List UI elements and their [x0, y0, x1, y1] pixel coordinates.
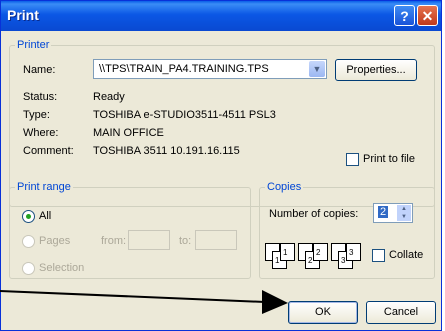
printer-name-value: \\TPS\TRAIN_PA4.TRAINING.TPS [99, 63, 269, 75]
spinner-arrows-icon[interactable]: ▲ ▼ [397, 205, 411, 221]
printer-group-label: Printer [17, 39, 50, 51]
from-label: from: [101, 235, 127, 247]
close-button[interactable]: ✕ [417, 5, 438, 26]
print-dialog: Print ? ✕ Printer Name: \\TPS\TRAIN_PA4.… [0, 0, 442, 331]
page-number: 2 [316, 248, 321, 257]
copies-value[interactable]: 2 [378, 206, 389, 218]
help-button[interactable]: ? [394, 5, 415, 26]
copies-spinner[interactable]: 2 ▲ ▼ [373, 203, 413, 223]
to-label: to: [179, 235, 192, 247]
cancel-button[interactable]: Cancel [366, 301, 436, 324]
where-value: MAIN OFFICE [93, 127, 164, 139]
pages-label[interactable]: Pages [39, 235, 70, 247]
page-icon: 2 [313, 243, 328, 261]
print-to-file-checkbox[interactable] [346, 153, 359, 166]
print-range-label: Print range [17, 181, 71, 193]
properties-button[interactable]: Properties... [335, 59, 417, 81]
comment-label: Comment: [23, 145, 74, 157]
copies-group-label: Copies [267, 181, 302, 193]
selection-radio[interactable] [22, 262, 35, 275]
print-to-file-label[interactable]: Print to file [363, 153, 415, 165]
page-number: 1 [275, 256, 280, 265]
to-input[interactable] [195, 230, 237, 250]
status-label: Status: [23, 91, 58, 103]
all-radio[interactable] [22, 210, 35, 223]
page-number: 1 [283, 248, 288, 257]
printer-name-select[interactable]: \\TPS\TRAIN_PA4.TRAINING.TPS ▼ [93, 59, 327, 79]
page-icon: 3 [346, 243, 361, 261]
all-label[interactable]: All [39, 210, 51, 222]
page-number: 3 [349, 248, 354, 257]
status-value: Ready [93, 91, 125, 103]
chevron-down-icon[interactable]: ▼ [309, 61, 325, 77]
type-label: Type: [23, 109, 50, 121]
collate-label[interactable]: Collate [389, 249, 423, 261]
page-number: 3 [341, 256, 346, 265]
radio-selected-dot [26, 214, 31, 219]
from-input[interactable] [128, 230, 170, 250]
page-icon: 1 [280, 243, 295, 261]
type-value: TOSHIBA e-STUDIO3511-4511 PSL3 [93, 109, 276, 121]
where-label: Where: [23, 127, 59, 139]
name-label: Name: [23, 64, 56, 76]
pages-radio[interactable] [22, 235, 35, 248]
page-number: 2 [308, 256, 313, 265]
comment-value: TOSHIBA 3511 10.191.16.115 [93, 145, 240, 157]
number-of-copies-label: Number of copies: [269, 208, 359, 220]
title-bar: Print ? ✕ [1, 1, 441, 31]
ok-button[interactable]: OK [288, 301, 358, 324]
pointer-arrow [0, 290, 288, 314]
selection-label[interactable]: Selection [39, 262, 84, 274]
collate-checkbox[interactable] [372, 249, 385, 262]
dialog-title: Print [7, 7, 39, 23]
